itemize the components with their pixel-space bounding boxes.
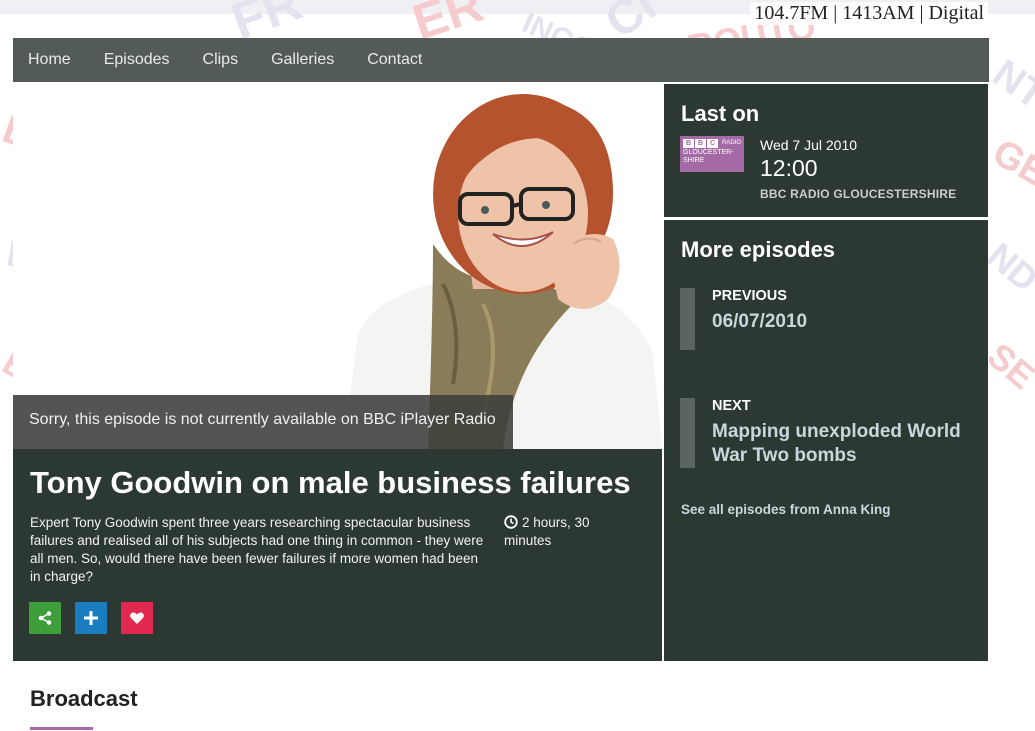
nav-galleries[interactable]: Galleries [271, 51, 334, 69]
nav-contact[interactable]: Contact [367, 51, 422, 69]
svg-text:NT: NT [985, 51, 1035, 118]
share-icon [38, 611, 52, 625]
last-on-date: Wed 7 Jul 2010 [760, 137, 858, 153]
favourite-button[interactable] [121, 602, 153, 634]
last-on-panel: Last on B B C RADIO GLOUCESTER-SHIRE Wed… [664, 84, 988, 217]
heart-icon [130, 612, 144, 624]
unavailable-notice: Sorry, this episode is not currently ava… [13, 395, 513, 449]
bbc-logo: B B C RADIO [683, 139, 741, 148]
nav-episodes[interactable]: Episodes [104, 51, 170, 69]
previous-episode-label: PREVIOUS [712, 288, 787, 304]
more-episodes-heading: More episodes [681, 237, 836, 262]
episode-info-panel: Tony Goodwin on male business failures E… [13, 449, 662, 661]
clock-icon [504, 515, 518, 529]
broadcast-underline [30, 727, 93, 730]
station-logo: B B C RADIO GLOUCESTER-SHIRE [680, 136, 744, 172]
nav-clips[interactable]: Clips [203, 51, 239, 69]
last-on-time: 12:00 [760, 155, 818, 181]
next-episode-link[interactable]: Mapping unexploded World War Two bombs [712, 420, 972, 468]
more-episodes-panel: More episodes PREVIOUS 06/07/2010 NEXT M… [664, 220, 988, 661]
nav-home[interactable]: Home [28, 51, 71, 69]
previous-episode-link[interactable]: 06/07/2010 [712, 310, 972, 334]
episode-description: Expert Tony Goodwin spent three years re… [30, 515, 484, 584]
episode-actions [29, 602, 153, 634]
next-episode-bar [680, 398, 695, 468]
episode-duration: 2 hours, 30 minutes [504, 514, 614, 550]
add-button[interactable] [75, 602, 107, 634]
svg-text:SE: SE [980, 335, 1035, 397]
station-logo-name: GLOUCESTER-SHIRE [683, 149, 734, 164]
last-on-station[interactable]: BBC RADIO GLOUCESTERSHIRE [760, 187, 956, 201]
broadcast-heading: Broadcast [30, 686, 138, 711]
svg-text:GE: GE [986, 131, 1035, 195]
main-nav: Home Episodes Clips Galleries Contact [13, 38, 989, 82]
episode-title: Tony Goodwin on male business failures [30, 465, 631, 500]
last-on-heading: Last on [681, 101, 760, 126]
plus-icon [84, 611, 98, 625]
see-all-episodes-link[interactable]: See all episodes from Anna King [681, 502, 891, 517]
previous-episode-bar [680, 288, 695, 350]
svg-text:ND: ND [980, 235, 1035, 300]
station-frequencies: 104.7FM | 1413AM | Digital [750, 2, 988, 25]
next-episode-label: NEXT [712, 398, 751, 414]
share-button[interactable] [29, 602, 61, 634]
episode-hero-image: Sorry, this episode is not currently ava… [13, 84, 662, 449]
